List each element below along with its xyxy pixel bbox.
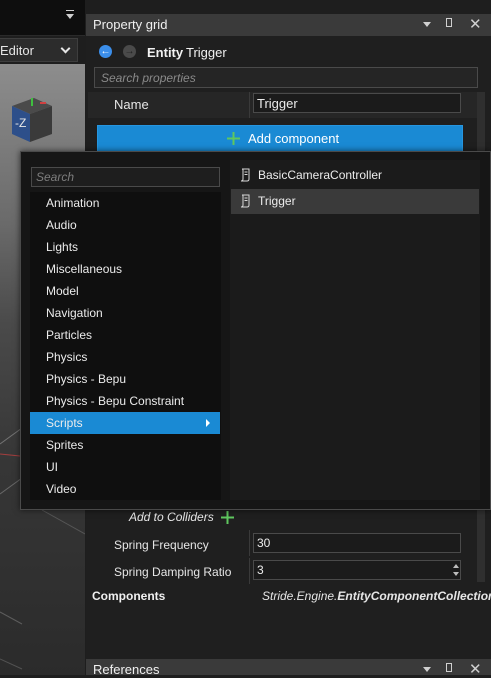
category-label: Model bbox=[46, 284, 79, 298]
spring-frequency-field[interactable] bbox=[253, 533, 461, 553]
pin-icon[interactable] bbox=[446, 663, 452, 672]
category-item-ui[interactable]: UI bbox=[30, 456, 220, 478]
entity-kind-label: Entity bbox=[147, 45, 184, 60]
category-item-video[interactable]: Video bbox=[30, 478, 220, 500]
name-property-label: Name bbox=[114, 97, 149, 112]
category-item-miscellaneous[interactable]: Miscellaneous bbox=[30, 258, 220, 280]
components-type-label: Stride.Engine.EntityComponentCollection bbox=[262, 589, 491, 603]
component-search-input[interactable] bbox=[31, 167, 220, 187]
view-orientation-gizmo-icon[interactable]: -Z bbox=[6, 94, 58, 146]
add-component-label: Add component bbox=[248, 131, 340, 146]
category-label: Physics - Bepu bbox=[46, 372, 127, 386]
spring-frequency-label: Spring Frequency bbox=[114, 538, 209, 552]
category-item-physics-bepu[interactable]: Physics - Bepu bbox=[30, 368, 220, 390]
forward-arrow-icon[interactable]: → bbox=[123, 45, 136, 58]
category-label: Animation bbox=[46, 196, 100, 210]
close-icon[interactable]: ✕ bbox=[469, 17, 482, 32]
components-label: Components bbox=[92, 589, 166, 603]
pin-icon[interactable] bbox=[446, 18, 452, 27]
category-label: Audio bbox=[46, 218, 77, 232]
category-label: UI bbox=[46, 460, 58, 474]
category-item-lights[interactable]: Lights bbox=[30, 236, 220, 258]
script-icon bbox=[240, 194, 250, 208]
category-item-physics-bepu-constraint[interactable]: Physics - Bepu Constraint bbox=[30, 390, 220, 412]
gizmo-axis-label: -Z bbox=[15, 116, 26, 130]
category-label: Lights bbox=[46, 240, 79, 254]
toolbar-overflow-bar bbox=[66, 10, 74, 11]
script-icon bbox=[240, 168, 250, 182]
components-type-namespace: Stride.Engine. bbox=[262, 589, 338, 603]
category-label: Particles bbox=[46, 328, 93, 342]
category-item-audio[interactable]: Audio bbox=[30, 214, 220, 236]
components-type-name: EntityComponentCollection bbox=[337, 589, 491, 603]
panel-menu-dropdown-icon[interactable] bbox=[423, 22, 431, 27]
column-separator[interactable] bbox=[249, 530, 250, 556]
spinner-arrows-icon[interactable] bbox=[452, 560, 460, 580]
category-label: Video bbox=[46, 482, 77, 496]
submenu-arrow-icon bbox=[206, 419, 210, 427]
category-label: Sprites bbox=[46, 438, 84, 452]
category-label: Physics - Bepu Constraint bbox=[46, 394, 185, 408]
entity-name-label: Trigger bbox=[186, 45, 227, 60]
category-label: Navigation bbox=[46, 306, 103, 320]
category-item-sprites[interactable]: Sprites bbox=[30, 434, 220, 456]
category-item-navigation[interactable]: Navigation bbox=[30, 302, 220, 324]
category-label: Scripts bbox=[46, 416, 83, 430]
category-item-animation[interactable]: Animation bbox=[30, 192, 220, 214]
component-label: BasicCameraController bbox=[258, 168, 383, 182]
component-item-trigger[interactable]: Trigger bbox=[231, 189, 479, 214]
column-separator[interactable] bbox=[249, 92, 250, 118]
column-separator[interactable] bbox=[249, 558, 250, 584]
category-item-physics[interactable]: Physics bbox=[30, 346, 220, 368]
name-field[interactable] bbox=[253, 93, 461, 113]
property-grid-title: Property grid bbox=[93, 17, 168, 32]
editor-selector-label: Editor bbox=[0, 43, 34, 58]
category-label: Physics bbox=[46, 350, 88, 364]
component-item-basic-camera-controller[interactable]: BasicCameraController bbox=[231, 163, 479, 188]
panel-menu-dropdown-icon[interactable] bbox=[423, 667, 431, 672]
add-to-colliders-label: Add to Colliders bbox=[129, 510, 214, 524]
plus-icon bbox=[227, 132, 240, 145]
spring-damping-ratio-field[interactable] bbox=[253, 560, 461, 580]
category-label: Miscellaneous bbox=[46, 262, 123, 276]
add-collider-plus-icon[interactable] bbox=[221, 511, 234, 524]
category-item-scripts[interactable]: Scripts bbox=[30, 412, 220, 434]
toolbar-overflow-icon[interactable] bbox=[66, 14, 74, 19]
component-label: Trigger bbox=[258, 194, 296, 208]
back-arrow-icon[interactable]: ← bbox=[99, 45, 112, 58]
category-item-model[interactable]: Model bbox=[30, 280, 220, 302]
search-properties-input[interactable] bbox=[94, 67, 478, 88]
category-item-particles[interactable]: Particles bbox=[30, 324, 220, 346]
spring-damping-ratio-label: Spring Damping Ratio bbox=[114, 565, 232, 579]
